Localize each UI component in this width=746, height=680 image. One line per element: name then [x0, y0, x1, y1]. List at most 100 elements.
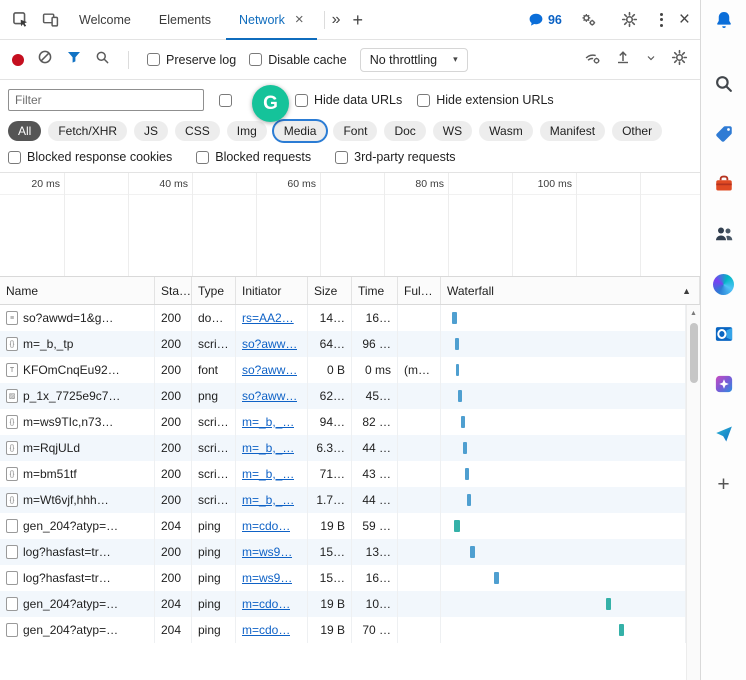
scrollbar-thumb[interactable]: [690, 323, 698, 383]
tab-network[interactable]: Network×: [226, 0, 317, 40]
waterfall-bar[interactable]: [452, 312, 457, 324]
initiator-link[interactable]: so?aww…: [242, 363, 297, 377]
column-header-status[interactable]: Sta…: [155, 277, 192, 304]
table-row[interactable]: {}m=bm51tf200scri…m=_b,_…71…43 …: [0, 461, 686, 487]
request-name-cell[interactable]: ▨p_1x_7725e9c7…: [0, 383, 155, 409]
close-devtools-icon[interactable]: ×: [679, 10, 690, 29]
request-name-cell[interactable]: gen_204?atyp=…: [0, 617, 155, 643]
waterfall-cell[interactable]: [441, 513, 686, 539]
waterfall-bar[interactable]: [456, 364, 459, 376]
more-tabs-icon[interactable]: »: [332, 12, 341, 28]
table-row[interactable]: ≡so?awwd=1&g…200do…rs=AA2…14…16…: [0, 305, 686, 331]
search-network-icon[interactable]: [95, 50, 110, 70]
table-row[interactable]: log?hasfast=tr…200pingm=ws9…15…13…: [0, 539, 686, 565]
filter-toggle-icon[interactable]: [66, 49, 82, 70]
hide-data-urls-checkbox[interactable]: Hide data URLs: [295, 93, 402, 107]
add-tab-icon[interactable]: +: [353, 11, 364, 29]
request-name-cell[interactable]: gen_204?atyp=…: [0, 591, 155, 617]
waterfall-cell[interactable]: [441, 539, 686, 565]
close-tab-icon[interactable]: ×: [295, 12, 304, 27]
export-har-icon[interactable]: [615, 49, 631, 70]
filter-type-js[interactable]: JS: [134, 121, 168, 141]
initiator-link[interactable]: m=_b,_…: [242, 493, 294, 507]
add-sidebar-item-icon[interactable]: +: [712, 472, 736, 496]
request-name-cell[interactable]: ≡so?awwd=1&g…: [0, 305, 155, 331]
waterfall-bar[interactable]: [463, 442, 467, 454]
table-row[interactable]: {}m=ws9TIc,n73…200scri…m=_b,_…94…82 …: [0, 409, 686, 435]
people-icon[interactable]: [712, 222, 736, 246]
initiator-link[interactable]: m=_b,_…: [242, 441, 294, 455]
table-scrollbar[interactable]: ▲: [686, 305, 700, 680]
column-header-time[interactable]: Time: [352, 277, 398, 304]
waterfall-cell[interactable]: [441, 435, 686, 461]
waterfall-cell[interactable]: [441, 487, 686, 513]
gears-icon[interactable]: [575, 6, 603, 34]
initiator-link[interactable]: m=cdo…: [242, 519, 290, 533]
hide-extension-urls-checkbox[interactable]: Hide extension URLs: [417, 93, 553, 107]
blocked-requests-checkbox[interactable]: Blocked requests: [196, 150, 311, 164]
table-row[interactable]: log?hasfast=tr…200pingm=ws9…15…16…: [0, 565, 686, 591]
waterfall-bar[interactable]: [619, 624, 624, 636]
filter-type-doc[interactable]: Doc: [384, 121, 425, 141]
waterfall-bar[interactable]: [461, 416, 465, 428]
clear-network-log-icon[interactable]: [37, 49, 53, 70]
inspect-element-icon[interactable]: [6, 6, 34, 34]
tab-welcome[interactable]: Welcome: [66, 0, 144, 40]
column-header-fulfilled[interactable]: Ful…: [398, 277, 441, 304]
filter-type-img[interactable]: Img: [227, 121, 267, 141]
m365-icon[interactable]: [712, 372, 736, 396]
column-header-waterfall[interactable]: Waterfall ▲: [441, 277, 700, 304]
waterfall-bar[interactable]: [455, 338, 459, 350]
initiator-link[interactable]: m=_b,_…: [242, 467, 294, 481]
record-network-log-button[interactable]: [12, 54, 24, 66]
waterfall-bar[interactable]: [467, 494, 471, 506]
waterfall-cell[interactable]: [441, 357, 686, 383]
request-name-cell[interactable]: {}m=ws9TIc,n73…: [0, 409, 155, 435]
waterfall-cell[interactable]: [441, 565, 686, 591]
table-row[interactable]: TKFOmCnqEu92…200fontso?aww…0 B0 ms(m…: [0, 357, 686, 383]
table-row[interactable]: gen_204?atyp=…204pingm=cdo…19 B59 …: [0, 513, 686, 539]
table-row[interactable]: {}m=_b,_tp200scri…so?aww…64…96 …: [0, 331, 686, 357]
invert-checkbox[interactable]: [219, 94, 232, 107]
initiator-link[interactable]: m=cdo…: [242, 597, 290, 611]
table-row[interactable]: {}m=Wt6vjf,hhh…200scri…m=_b,_…1.7…44 …: [0, 487, 686, 513]
waterfall-cell[interactable]: [441, 591, 686, 617]
outlook-icon[interactable]: [712, 322, 736, 346]
request-name-cell[interactable]: log?hasfast=tr…: [0, 539, 155, 565]
filter-type-css[interactable]: CSS: [175, 121, 220, 141]
column-header-initiator[interactable]: Initiator: [236, 277, 308, 304]
waterfall-cell[interactable]: [441, 331, 686, 357]
overview-strip[interactable]: 20 ms40 ms60 ms80 ms100 ms: [0, 173, 700, 277]
table-row[interactable]: {}m=RqjULd200scri…m=_b,_…6.3…44 …: [0, 435, 686, 461]
network-settings-gear-icon[interactable]: [671, 49, 688, 71]
table-row[interactable]: gen_204?atyp=…204pingm=cdo…19 B10…: [0, 591, 686, 617]
initiator-link[interactable]: m=cdo…: [242, 623, 290, 637]
blocked-response-cookies-checkbox[interactable]: Blocked response cookies: [8, 150, 172, 164]
column-header-name[interactable]: Name: [0, 277, 155, 304]
filter-type-all[interactable]: All: [8, 121, 41, 141]
request-name-cell[interactable]: TKFOmCnqEu92…: [0, 357, 155, 383]
request-name-cell[interactable]: gen_204?atyp=…: [0, 513, 155, 539]
waterfall-cell[interactable]: [441, 409, 686, 435]
preserve-log-checkbox[interactable]: Preserve log: [147, 53, 236, 67]
filter-type-media[interactable]: Media: [274, 121, 327, 141]
waterfall-cell[interactable]: [441, 617, 686, 643]
request-name-cell[interactable]: {}m=Wt6vjf,hhh…: [0, 487, 155, 513]
column-header-type[interactable]: Type: [192, 277, 236, 304]
request-name-cell[interactable]: {}m=bm51tf: [0, 461, 155, 487]
toolbox-icon[interactable]: [712, 172, 736, 196]
filter-type-font[interactable]: Font: [333, 121, 377, 141]
waterfall-bar[interactable]: [470, 546, 475, 558]
initiator-link[interactable]: m=_b,_…: [242, 415, 294, 429]
device-emulation-icon[interactable]: [36, 6, 64, 34]
waterfall-cell[interactable]: [441, 305, 686, 331]
filter-type-ws[interactable]: WS: [433, 121, 472, 141]
drop-paper-plane-icon[interactable]: [712, 422, 736, 446]
kebab-menu-icon[interactable]: [657, 10, 666, 30]
waterfall-bar[interactable]: [606, 598, 611, 610]
copilot-icon[interactable]: [712, 272, 736, 296]
filter-type-fetch-xhr[interactable]: Fetch/XHR: [48, 121, 127, 141]
request-name-cell[interactable]: {}m=_b,_tp: [0, 331, 155, 357]
table-row[interactable]: ▨p_1x_7725e9c7…200pngso?aww…62…45…: [0, 383, 686, 409]
scroll-up-icon[interactable]: ▲: [690, 305, 697, 317]
